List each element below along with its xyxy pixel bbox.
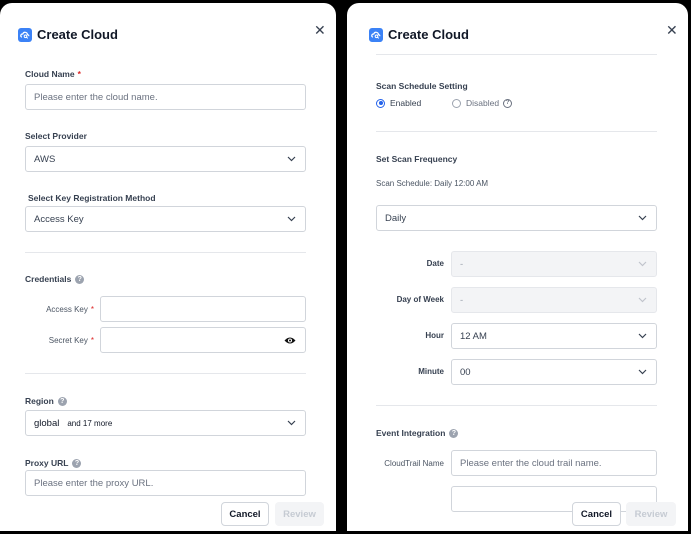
cloud-scan-icon xyxy=(18,27,32,42)
divider xyxy=(376,405,657,406)
day-of-week-label: Day of Week xyxy=(396,295,444,304)
radio-unselected-icon xyxy=(452,98,461,108)
key-method-label: Select Key Registration Method xyxy=(28,193,156,203)
dialog-header: Create Cloud xyxy=(369,27,469,42)
divider xyxy=(25,252,306,253)
region-value: global xyxy=(34,417,60,429)
hour-select[interactable]: 12 AM xyxy=(451,323,657,349)
proxy-url-input[interactable]: Please enter the proxy URL. xyxy=(25,470,306,496)
chevron-down-icon xyxy=(638,333,647,339)
provider-value: AWS xyxy=(34,153,56,165)
chevron-down-icon xyxy=(287,420,296,426)
chevron-down-icon xyxy=(287,216,296,222)
region-select[interactable]: global and 17 more xyxy=(25,410,306,436)
help-icon[interactable]: ? xyxy=(449,429,459,439)
help-icon[interactable]: ? xyxy=(57,397,67,407)
chevron-down-icon xyxy=(638,215,647,221)
frequency-select[interactable]: Daily xyxy=(376,205,657,231)
radio-selected-icon xyxy=(376,98,385,108)
eye-icon[interactable] xyxy=(284,336,296,345)
required-marker: * xyxy=(77,69,81,79)
proxy-label: Proxy URL? xyxy=(25,458,82,469)
date-select: - xyxy=(451,251,657,277)
radio-disabled[interactable]: Disabled ? xyxy=(452,98,513,108)
minute-select[interactable]: 00 xyxy=(451,359,657,385)
close-icon[interactable]: ✕ xyxy=(666,23,678,37)
close-icon[interactable]: ✕ xyxy=(314,23,326,37)
help-icon[interactable]: ? xyxy=(503,98,513,108)
hour-value: 12 AM xyxy=(460,330,487,342)
cloudtrail-label: CloudTrail Name xyxy=(384,459,444,468)
cloud-scan-icon xyxy=(369,27,383,42)
chevron-down-icon xyxy=(638,369,647,375)
cloud-name-input[interactable]: Please enter the cloud name. xyxy=(25,84,306,110)
region-label: Region? xyxy=(25,396,67,407)
cloud-name-label: Cloud Name * xyxy=(25,69,81,79)
scan-schedule-text: Scan Schedule: Daily 12:00 AM xyxy=(376,179,489,188)
chevron-down-icon xyxy=(287,156,296,162)
key-method-select[interactable]: Access Key xyxy=(25,206,306,232)
dialog-header: Create Cloud xyxy=(18,27,118,42)
hour-label: Hour xyxy=(425,331,444,340)
create-cloud-dialog-right: Create Cloud ✕ Scan Schedule Setting Ena… xyxy=(347,3,688,531)
divider xyxy=(25,373,306,374)
dialog-title: Create Cloud xyxy=(37,27,118,42)
help-icon[interactable]: ? xyxy=(72,459,82,469)
access-key-input[interactable] xyxy=(100,296,306,322)
event-integration-label: Event Integration? xyxy=(376,428,459,439)
chevron-down-icon xyxy=(638,261,647,267)
provider-select[interactable]: AWS xyxy=(25,146,306,172)
cancel-button[interactable]: Cancel xyxy=(221,502,269,526)
dialog-title: Create Cloud xyxy=(388,27,469,42)
date-label: Date xyxy=(426,259,444,268)
divider xyxy=(376,54,657,55)
review-button[interactable]: Review xyxy=(275,502,324,526)
access-key-label: Access Key * xyxy=(46,305,94,314)
day-of-week-select: - xyxy=(451,287,657,313)
radio-enabled[interactable]: Enabled xyxy=(376,98,421,108)
secret-key-input[interactable] xyxy=(100,327,306,353)
chevron-down-icon xyxy=(638,297,647,303)
provider-label: Select Provider xyxy=(25,131,87,141)
review-button[interactable]: Review xyxy=(626,502,676,526)
scan-schedule-label: Scan Schedule Setting xyxy=(376,81,468,91)
key-method-value: Access Key xyxy=(34,213,84,225)
minute-label: Minute xyxy=(418,367,444,376)
credentials-label: Credentials? xyxy=(25,274,85,285)
divider xyxy=(376,131,657,132)
cloudtrail-name-input[interactable]: Please enter the cloud trail name. xyxy=(451,450,657,476)
secret-key-label: Secret Key * xyxy=(48,336,94,345)
frequency-value: Daily xyxy=(385,212,407,224)
cancel-button[interactable]: Cancel xyxy=(572,502,621,526)
region-more: and 17 more xyxy=(67,418,113,428)
help-icon[interactable]: ? xyxy=(75,275,85,285)
create-cloud-dialog-left: Create Cloud ✕ Cloud Name * Please enter … xyxy=(0,3,336,531)
scan-frequency-label: Set Scan Frequency xyxy=(376,154,458,164)
minute-value: 00 xyxy=(460,366,471,378)
